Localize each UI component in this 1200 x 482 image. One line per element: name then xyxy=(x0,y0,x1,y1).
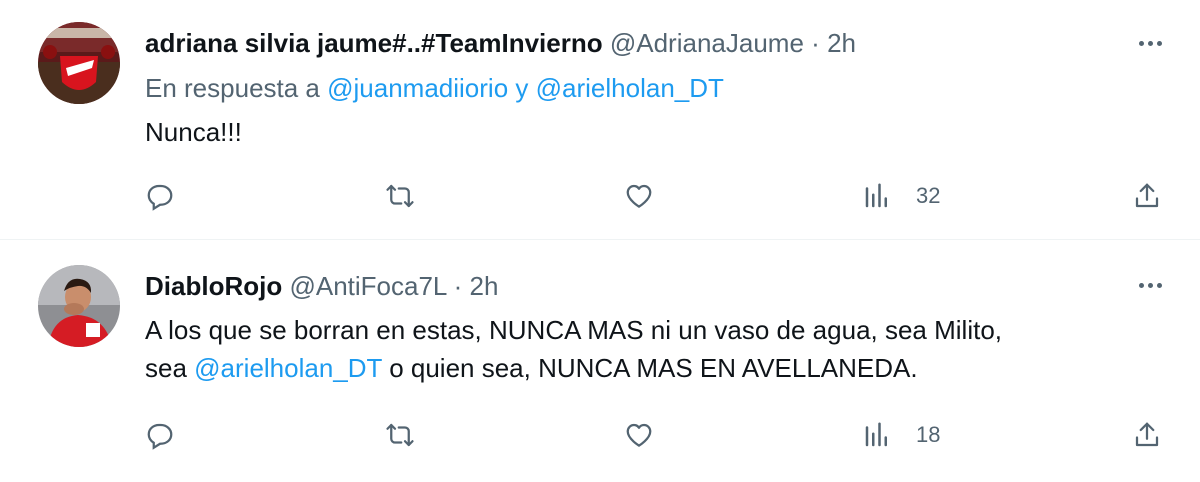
display-name[interactable]: DiabloRojo xyxy=(145,271,282,301)
tweet[interactable]: DiabloRojo @AntiFoca7L · 2h A los que se… xyxy=(0,241,1200,482)
views-icon xyxy=(865,183,887,208)
timestamp[interactable]: 2h xyxy=(827,28,856,58)
user-handle[interactable]: @AdrianaJaume xyxy=(610,28,804,58)
reply-prefix: En respuesta a xyxy=(145,73,320,103)
text-fragment: o quien sea, NUNCA MAS EN AVELLANEDA. xyxy=(389,353,918,383)
retweet-icon xyxy=(386,184,414,208)
action-bar: 32 xyxy=(0,176,1200,216)
retweet-button[interactable] xyxy=(385,415,415,455)
views-button[interactable]: 32 xyxy=(862,176,940,216)
tweet-text-line: sea @arielholan_DT o quien sea, NUNCA MA… xyxy=(145,349,1002,387)
reply-joiner: y xyxy=(515,73,529,103)
views-button[interactable]: 18 xyxy=(862,415,940,455)
tweet-header: DiabloRojo @AntiFoca7L · 2h xyxy=(145,270,498,302)
timestamp[interactable]: 2h xyxy=(470,271,499,301)
reply-icon xyxy=(147,423,173,450)
text-fragment: sea xyxy=(145,353,187,383)
reply-mention[interactable]: @arielholan_DT xyxy=(536,73,724,103)
retweet-icon xyxy=(386,423,414,447)
reply-mention[interactable]: @juanmadiiorio xyxy=(327,73,508,103)
views-icon xyxy=(865,422,887,447)
tweet-text-line: A los que se borran en estas, NUNCA MAS … xyxy=(145,315,1003,345)
user-handle[interactable]: @AntiFoca7L xyxy=(289,271,446,301)
like-icon xyxy=(626,423,652,447)
share-button[interactable] xyxy=(1132,415,1162,455)
share-button[interactable] xyxy=(1132,176,1162,216)
share-icon xyxy=(1135,183,1159,208)
separator: · xyxy=(811,28,820,58)
views-count: 18 xyxy=(916,422,941,447)
like-icon xyxy=(626,184,652,208)
separator: · xyxy=(453,271,463,301)
tweet-text: Nunca!!! xyxy=(145,117,242,147)
share-icon xyxy=(1135,422,1159,447)
display-name[interactable]: adriana silvia jaume#..#TeamInvierno xyxy=(145,28,603,58)
reply-button[interactable] xyxy=(145,176,175,216)
more-icon[interactable] xyxy=(1130,270,1170,300)
reply-icon xyxy=(147,184,173,211)
more-icon[interactable] xyxy=(1130,28,1170,58)
mention-link[interactable]: @arielholan_DT xyxy=(194,353,382,383)
retweet-button[interactable] xyxy=(385,176,415,216)
tweet-header: adriana silvia jaume#..#TeamInvierno @Ad… xyxy=(145,27,856,59)
avatar[interactable] xyxy=(38,265,120,347)
reply-button[interactable] xyxy=(145,415,175,455)
action-bar: 18 xyxy=(0,415,1200,455)
views-count: 32 xyxy=(916,183,941,208)
reply-context: En respuesta a @juanmadiiorio y @arielho… xyxy=(145,72,724,104)
tweet[interactable]: adriana silvia jaume#..#TeamInvierno @Ad… xyxy=(0,0,1200,240)
like-button[interactable] xyxy=(624,176,654,216)
avatar[interactable] xyxy=(38,22,120,104)
tweet-text: A los que se borran en estas, NUNCA MAS … xyxy=(145,311,1002,387)
like-button[interactable] xyxy=(624,415,654,455)
